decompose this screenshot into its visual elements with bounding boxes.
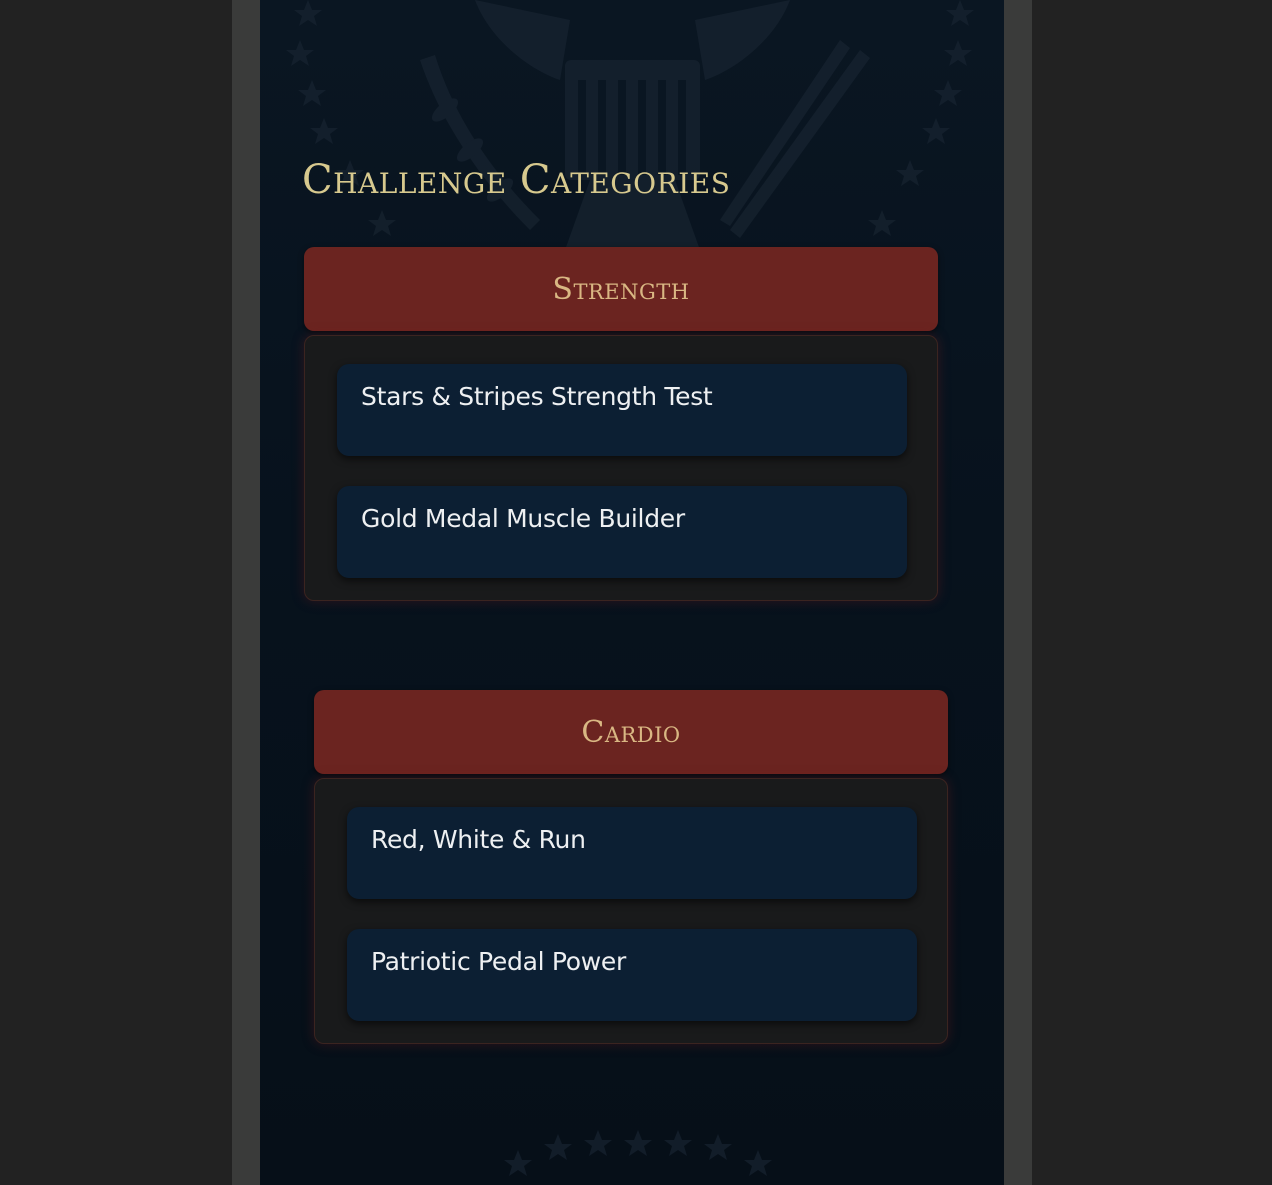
challenge-card[interactable]: Gold Medal Muscle Builder: [337, 486, 907, 578]
category-cardio: Cardio Red, White & Run Patriotic Pedal …: [314, 690, 948, 1044]
challenge-title: Red, White & Run: [371, 825, 586, 854]
page-title: Challenge Categories: [302, 157, 731, 203]
category-challenge-list: Red, White & Run Patriotic Pedal Power: [314, 778, 948, 1044]
category-header-strength[interactable]: Strength: [304, 247, 938, 331]
category-header-cardio[interactable]: Cardio: [314, 690, 948, 774]
challenge-title: Stars & Stripes Strength Test: [361, 382, 713, 411]
category-title: Strength: [552, 271, 690, 307]
app-screen: Challenge Categories Strength Stars & St…: [260, 0, 1004, 1185]
challenge-title: Gold Medal Muscle Builder: [361, 504, 685, 533]
category-challenge-list: Stars & Stripes Strength Test Gold Medal…: [304, 335, 938, 601]
eagle-seal-icon: [286, 0, 974, 250]
challenge-card[interactable]: Stars & Stripes Strength Test: [337, 364, 907, 456]
challenge-title: Patriotic Pedal Power: [371, 947, 626, 976]
category-strength: Strength Stars & Stripes Strength Test G…: [304, 247, 938, 601]
star-row-icon: [504, 1130, 772, 1176]
challenge-card[interactable]: Red, White & Run: [347, 807, 917, 899]
challenge-card[interactable]: Patriotic Pedal Power: [347, 929, 917, 1021]
category-title: Cardio: [581, 714, 681, 750]
